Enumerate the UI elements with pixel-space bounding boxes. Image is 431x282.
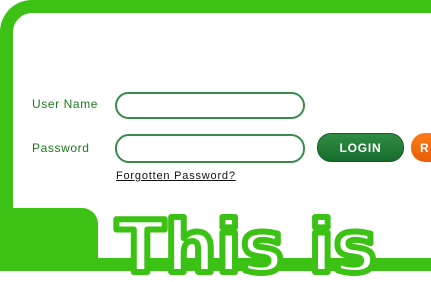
username-field[interactable]: [115, 92, 305, 119]
second-action-button-label: R: [420, 140, 430, 155]
login-button-label: LOGIN: [339, 140, 382, 155]
bottom-left-green-tab: [0, 208, 98, 271]
login-button[interactable]: LOGIN: [317, 133, 404, 162]
username-label: User Name: [32, 97, 99, 111]
forgot-password-link[interactable]: Forgotten Password?: [116, 170, 236, 182]
password-label: Password: [32, 141, 90, 155]
password-field[interactable]: [115, 134, 305, 163]
banner-heading: This is: [113, 202, 380, 282]
second-action-button[interactable]: R: [411, 133, 431, 162]
banner-heading-text: This is: [116, 205, 377, 282]
